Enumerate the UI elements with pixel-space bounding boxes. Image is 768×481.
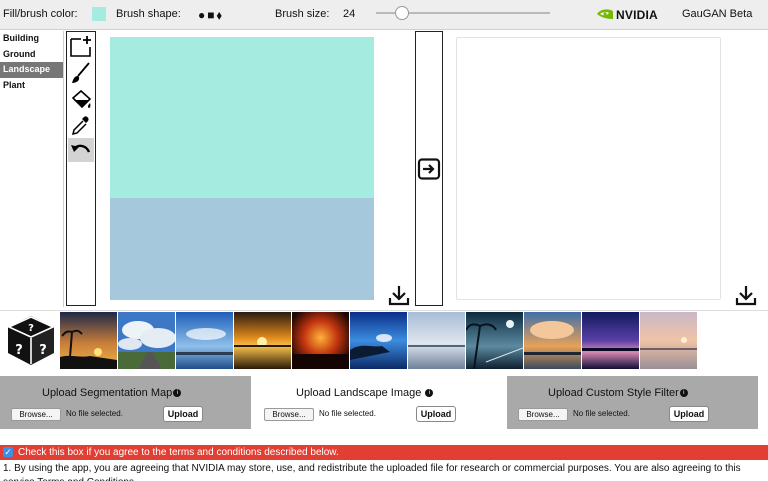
canvas-water-region[interactable] bbox=[110, 198, 374, 300]
upload-segmentation-panel: Upload Segmentation Map i Browse... No fi… bbox=[0, 376, 251, 429]
fill-color-swatch[interactable] bbox=[92, 7, 106, 21]
brush-shape-label: Brush shape: bbox=[116, 8, 181, 20]
terms-checkbox[interactable]: ✓ bbox=[3, 447, 13, 457]
segmentation-canvas[interactable] bbox=[110, 37, 374, 300]
style-thumbnail-palm-night[interactable] bbox=[466, 312, 523, 369]
undo-button[interactable] bbox=[68, 138, 94, 162]
terms-checkbox-label: Check this box if you agree to the terms… bbox=[18, 447, 339, 458]
terms-checkbox-bar: ✓ Check this box if you agree to the ter… bbox=[0, 445, 768, 460]
browse-landscape-button[interactable]: Browse... bbox=[264, 408, 314, 421]
download-output-icon[interactable] bbox=[735, 284, 757, 306]
svg-text:?: ? bbox=[39, 343, 47, 358]
label-item-ground[interactable]: Ground bbox=[0, 47, 63, 63]
style-thumbnail-clouds-road[interactable] bbox=[118, 312, 175, 369]
info-icon[interactable]: i bbox=[679, 389, 688, 398]
upload-style-title: Upload Custom Style Filter i bbox=[548, 387, 688, 399]
style-thumbnail-cloud-sunset[interactable] bbox=[524, 312, 581, 369]
brush-shape-options: ●■⬧ bbox=[198, 8, 224, 23]
square-shape-icon[interactable]: ■ bbox=[207, 8, 216, 22]
info-icon[interactable]: i bbox=[425, 389, 434, 398]
terms-body-text: 1. By using the app, you are agreeing th… bbox=[3, 463, 741, 481]
eyedropper-icon bbox=[71, 116, 89, 136]
undo-icon bbox=[71, 144, 91, 153]
canvas-sky-region[interactable] bbox=[110, 37, 374, 198]
label-item-plant[interactable]: Plant bbox=[0, 78, 63, 94]
new-canvas-icon bbox=[70, 36, 91, 57]
fill-tool-button[interactable] bbox=[68, 88, 94, 112]
landscape-file-status: No file selected. bbox=[319, 409, 376, 418]
new-canvas-button[interactable] bbox=[68, 34, 94, 58]
paint-bucket-icon bbox=[71, 89, 92, 109]
circle-shape-icon[interactable]: ● bbox=[198, 8, 207, 22]
render-arrow-icon[interactable] bbox=[417, 158, 441, 180]
pink-beach-image bbox=[640, 312, 697, 369]
download-segmentation-icon[interactable] bbox=[388, 284, 410, 306]
blue-sky-water-image bbox=[176, 312, 233, 369]
nvidia-logo-icon bbox=[597, 9, 613, 19]
cloud-sunset-image bbox=[524, 312, 581, 369]
style-thumbnail-pink-beach[interactable] bbox=[640, 312, 697, 369]
svg-text:?: ? bbox=[15, 343, 23, 358]
toolbar: Fill/brush color: Brush shape: ●■⬧ Brush… bbox=[0, 0, 768, 30]
upload-segmentation-title: Upload Segmentation Map i bbox=[42, 387, 182, 399]
label-list: Building Ground Landscape Plant bbox=[0, 31, 64, 307]
blue-lake-image bbox=[350, 312, 407, 369]
output-image-panel bbox=[456, 37, 721, 300]
grey-sea-image bbox=[408, 312, 465, 369]
style-thumbnail-orange-sunset[interactable] bbox=[234, 312, 291, 369]
upload-style-panel: Upload Custom Style Filter i Browse... No… bbox=[507, 376, 758, 429]
label-item-landscape[interactable]: Landscape bbox=[0, 62, 63, 78]
purple-dusk-image bbox=[582, 312, 639, 369]
brush-icon bbox=[72, 62, 90, 83]
segmentation-file-status: No file selected. bbox=[66, 409, 123, 418]
upload-segmentation-button[interactable]: Upload bbox=[163, 406, 203, 422]
style-file-status: No file selected. bbox=[573, 409, 630, 418]
eyedropper-tool-button[interactable] bbox=[68, 113, 94, 137]
upload-landscape-title: Upload Landscape Image i bbox=[296, 387, 434, 399]
fill-color-label: Fill/brush color: bbox=[3, 8, 78, 20]
browse-segmentation-button[interactable]: Browse... bbox=[11, 408, 61, 421]
clouds-road-image bbox=[118, 312, 175, 369]
brush-size-value: 24 bbox=[343, 8, 356, 20]
sunset-palm-image bbox=[60, 312, 117, 369]
tool-column bbox=[66, 31, 96, 306]
upload-landscape-button[interactable]: Upload bbox=[416, 406, 456, 422]
style-thumbnail-blue-lake[interactable] bbox=[350, 312, 407, 369]
diamond-shape-icon[interactable]: ⬧ bbox=[217, 8, 224, 22]
palm-night-image bbox=[466, 312, 523, 369]
dice-icon[interactable]: ? ? ? bbox=[4, 313, 58, 367]
browse-style-button[interactable]: Browse... bbox=[518, 408, 568, 421]
label-item-building[interactable]: Building bbox=[0, 31, 63, 47]
upload-landscape-panel: Upload Landscape Image i Browse... No fi… bbox=[251, 376, 507, 429]
svg-text:?: ? bbox=[28, 323, 34, 334]
orange-sunset-image bbox=[234, 312, 291, 369]
info-icon[interactable]: i bbox=[173, 389, 182, 398]
brush-size-label: Brush size: bbox=[275, 8, 330, 20]
app-title: GauGAN Beta bbox=[682, 8, 753, 20]
brush-tool-button[interactable] bbox=[68, 61, 94, 85]
brand-name: NVIDIA bbox=[616, 8, 658, 22]
style-thumbnail-red-fire-sky[interactable] bbox=[292, 312, 349, 369]
brush-size-slider-thumb[interactable] bbox=[395, 6, 410, 20]
upload-style-button[interactable]: Upload bbox=[669, 406, 709, 422]
style-thumbnail-sunset-palm[interactable] bbox=[60, 312, 117, 369]
style-thumbnail-blue-sky-water[interactable] bbox=[176, 312, 233, 369]
style-thumbnail-purple-dusk[interactable] bbox=[582, 312, 639, 369]
red-fire-sky-image bbox=[292, 312, 349, 369]
style-thumbnail-grey-sea[interactable] bbox=[408, 312, 465, 369]
